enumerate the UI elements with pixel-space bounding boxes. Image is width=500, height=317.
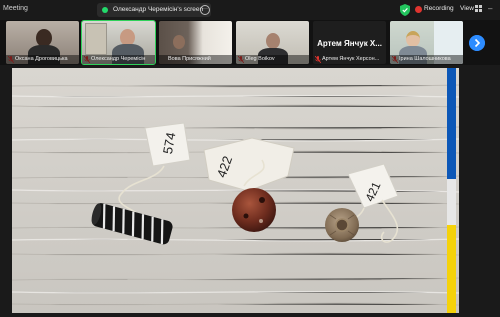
participant-name: Оксана Дроговицька xyxy=(6,55,79,64)
participant-name: Ірина Шалошникова xyxy=(390,55,463,64)
participant-name: Олександр Черемісін xyxy=(82,55,155,64)
participant-avatar xyxy=(406,31,420,47)
share-status-icon xyxy=(102,7,108,13)
participant-thumbnail[interactable]: Oleg Boikov xyxy=(236,21,309,64)
participant-thumbnail[interactable]: Ірина Шалошникова xyxy=(390,21,463,64)
shared-screen-image: 574 422 421 xyxy=(12,68,459,313)
participant-name: Вова Присяжний xyxy=(159,55,232,64)
participant-thumbnail[interactable]: Вова Присяжний xyxy=(159,21,232,64)
participant-display-name: Артем Янчук Х... xyxy=(317,39,382,48)
recording-icon xyxy=(415,6,422,13)
participant-thumbnail[interactable]: Оксана Дроговицька xyxy=(6,21,79,64)
red-stone-bead xyxy=(232,188,276,232)
view-button[interactable]: View xyxy=(460,5,474,12)
background-shelf xyxy=(85,23,107,55)
participant-avatar xyxy=(173,35,185,49)
participant-thumbnail-active-speaker[interactable]: Олександр Черемісін xyxy=(81,20,156,65)
minimize-icon[interactable]: – xyxy=(488,4,492,13)
share-more-options-button[interactable]: ··· xyxy=(200,5,210,15)
flag-stripe-blue xyxy=(447,68,456,179)
next-page-button[interactable] xyxy=(469,35,485,51)
meeting-top-bar: Meeting Олександр Черемісін's screen ···… xyxy=(0,0,500,20)
shared-screen: 574 422 421 xyxy=(12,68,459,313)
recording-status[interactable]: Recording xyxy=(424,5,454,12)
meeting-title: Meeting xyxy=(3,5,28,12)
screen-share-indicator[interactable]: Олександр Черемісін's screen ··· xyxy=(97,3,211,17)
shield-icon[interactable] xyxy=(400,4,410,16)
participant-name: Oleg Boikov xyxy=(236,55,309,64)
flag-stripe-gap xyxy=(447,179,456,225)
artifact-tag: 574 xyxy=(144,122,191,167)
participant-strip: Оксана Дроговицька Олександр Черемісін В… xyxy=(0,20,500,65)
view-grid-icon[interactable] xyxy=(475,5,482,12)
participant-thumbnail[interactable]: Артем Янчук Х... Артем Янчук Херсон... xyxy=(313,21,386,64)
participant-name: Артем Янчук Херсон... xyxy=(322,56,380,62)
share-label: Олександр Черемісін's screen xyxy=(113,6,204,13)
flag-stripe-yellow xyxy=(447,225,456,313)
participant-avatar xyxy=(266,33,280,49)
